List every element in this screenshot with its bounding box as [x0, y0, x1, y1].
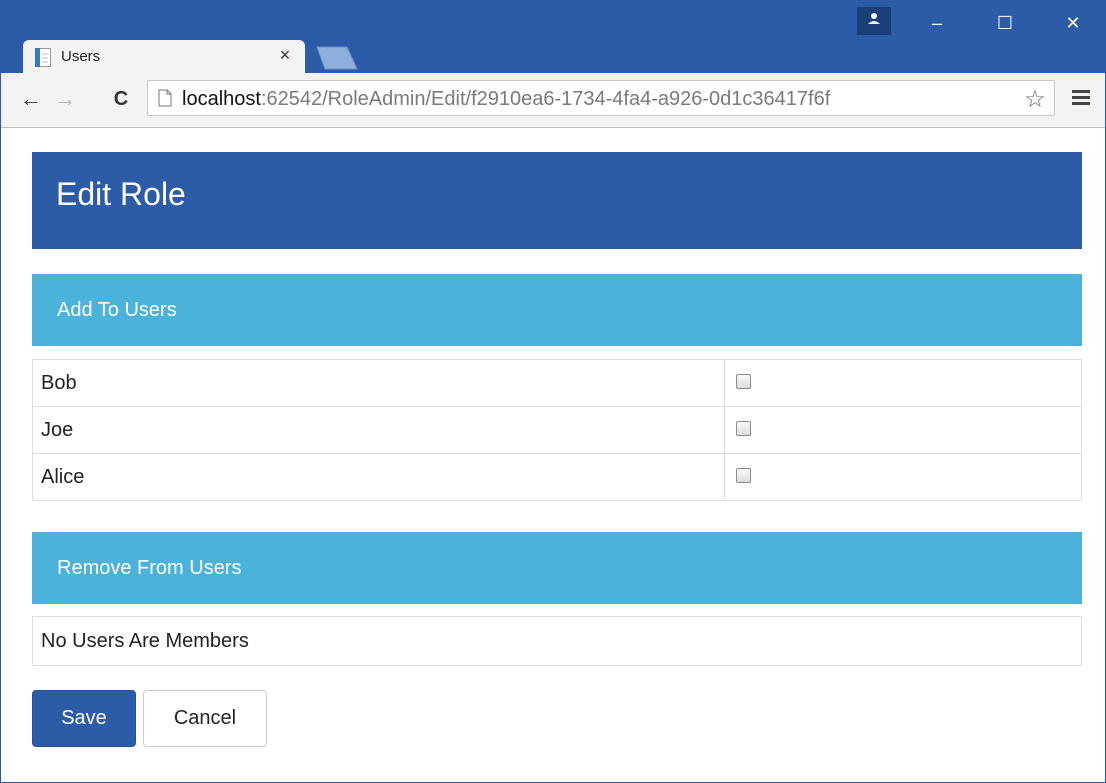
star-icon[interactable]: ☆ — [1022, 85, 1048, 114]
checkbox-cell — [724, 359, 1082, 407]
browser-toolbar: ← → C localhost:62542/RoleAdmin/Edit/f29… — [1, 73, 1105, 128]
add-to-users-title: Add To Users — [57, 299, 177, 321]
menu-icon[interactable] — [1069, 87, 1093, 111]
page-title: Edit Role — [56, 176, 186, 212]
close-window-button[interactable]: ✕ — [1053, 11, 1093, 35]
add-users-table: Bob Joe Alice — [32, 359, 1082, 501]
table-row: Alice — [32, 453, 1082, 501]
remove-from-users-title: Remove From Users — [57, 557, 242, 579]
profile-icon[interactable] — [857, 7, 891, 35]
reload-icon[interactable]: C — [107, 85, 135, 113]
user-name: Alice — [32, 453, 725, 501]
checkbox-cell — [724, 406, 1082, 454]
add-user-checkbox[interactable] — [736, 373, 751, 389]
checkbox-cell — [724, 453, 1082, 501]
user-name: Bob — [32, 359, 725, 407]
add-user-checkbox[interactable] — [736, 467, 751, 483]
no-members-box: No Users Are Members — [32, 616, 1082, 666]
address-bar[interactable]: localhost:62542/RoleAdmin/Edit/f2910ea6-… — [147, 80, 1055, 116]
table-row: Joe — [32, 406, 1082, 454]
add-user-checkbox[interactable] — [736, 420, 751, 436]
url-path: :62542/RoleAdmin/Edit/f2910ea6-1734-4fa4… — [260, 88, 831, 110]
new-tab-icon[interactable] — [313, 45, 359, 71]
table-row: Bob — [32, 359, 1082, 407]
save-button[interactable]: Save — [32, 690, 136, 747]
user-name: Joe — [32, 406, 725, 454]
url-text: localhost:62542/RoleAdmin/Edit/f2910ea6-… — [182, 88, 830, 111]
remove-from-users-panel-heading: Remove From Users — [32, 532, 1082, 604]
minimize-button[interactable]: – — [917, 11, 957, 35]
tab-title: Users — [61, 48, 101, 65]
page-header: Edit Role — [32, 152, 1082, 249]
browser-window: Users × – ☐ ✕ ← → C localhost:62542/Role… — [0, 0, 1106, 783]
url-host: localhost — [182, 88, 261, 110]
maximize-button[interactable]: ☐ — [985, 11, 1025, 35]
cancel-button[interactable]: Cancel — [143, 690, 267, 747]
forward-arrow-icon[interactable]: → — [51, 85, 79, 113]
add-to-users-panel-heading: Add To Users — [32, 274, 1082, 346]
back-arrow-icon[interactable]: ← — [17, 85, 45, 113]
no-members-message: No Users Are Members — [41, 630, 249, 652]
page-icon — [158, 89, 172, 107]
tab-users[interactable]: Users × — [23, 40, 305, 74]
page-favicon-icon — [35, 48, 51, 67]
tab-close-icon[interactable]: × — [275, 45, 295, 65]
title-bar: Users × – ☐ ✕ — [1, 1, 1105, 74]
